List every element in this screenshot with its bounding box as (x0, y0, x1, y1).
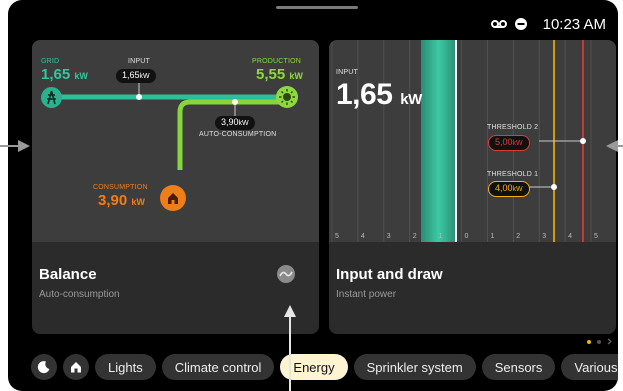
annotation-arrow-right (606, 140, 623, 152)
threshold2-label: THRESHOLD 2 (487, 124, 539, 131)
tab-climate-control[interactable]: Climate control (161, 354, 275, 380)
input-draw-card[interactable]: 5 4 3 2 1 0 1 2 3 4 5 INPUT 1,65 kW THRESHOLD 2 5,… (329, 40, 616, 334)
chart-toggle-icon[interactable] (277, 265, 295, 283)
grid-icon (41, 87, 62, 108)
gauge-scale-label: 5 (594, 233, 598, 240)
gauge-scale-label: 1 (439, 233, 443, 240)
threshold2-marker (580, 138, 586, 144)
night-mode-tab[interactable] (31, 354, 57, 380)
gauge-graphic: 5 4 3 2 1 0 1 2 3 4 5 (331, 40, 598, 242)
auto-consumption-pill: 3,90kW (215, 116, 255, 130)
consumption-label: CONSUMPTION (93, 184, 148, 191)
gauge-scale-label: 0 (465, 233, 469, 240)
home-tab[interactable] (63, 354, 89, 380)
annotation-arrow-up (284, 305, 296, 391)
input-node (136, 94, 142, 100)
gauge-scale-label: 3 (542, 233, 546, 240)
balance-card[interactable]: GRID 1,65 kW INPUT 1,65kW PRODUCTION 5,5… (32, 40, 319, 334)
moon-icon (37, 361, 50, 374)
gauge-scale-label: 1 (490, 233, 494, 240)
home-icon (71, 362, 81, 373)
grid-label: GRID (41, 58, 60, 65)
production-label: PRODUCTION (252, 58, 302, 65)
gauge-scale-label: 2 (516, 233, 520, 240)
annotation-arrow-left (0, 140, 30, 152)
gauge-scale-label: 3 (387, 233, 391, 240)
threshold1-label: THRESHOLD 1 (487, 171, 539, 178)
do-not-disturb-icon (514, 18, 527, 30)
input-label: INPUT (128, 58, 150, 65)
gauge-scale-label: 4 (361, 233, 365, 240)
gauge-scale-label: 2 (413, 233, 417, 240)
gauge-scale-label: 4 (568, 233, 572, 240)
next-page-chevron-icon[interactable] (607, 338, 612, 345)
threshold2-pill[interactable]: 5,00kW (488, 135, 530, 151)
card-title: Balance (39, 266, 97, 283)
house-icon (160, 185, 186, 211)
category-tab-bar: Lights Climate control Energy Sprinkler … (31, 354, 618, 382)
auto-consumption-node (232, 99, 238, 105)
page-indicator (587, 338, 612, 345)
notification-pull-handle[interactable] (276, 6, 358, 9)
card-subtitle: Instant power (336, 289, 397, 300)
energy-flow-diagram: GRID 1,65 kW INPUT 1,65kW PRODUCTION 5,5… (32, 40, 319, 242)
threshold1-marker (551, 184, 557, 190)
tab-sprinkler-system[interactable]: Sprinkler system (353, 354, 476, 380)
tab-lights[interactable]: Lights (95, 354, 156, 380)
page-dot[interactable] (597, 339, 601, 344)
auto-consumption-label: AUTO-CONSUMPTION (199, 131, 277, 138)
consumption-value: 3,90 kW (98, 192, 145, 209)
device-screen: 10:23 AM GRID 1,65 kW INPUT 1,65kW PRODU… (8, 0, 618, 391)
instant-power-gauge: 5 4 3 2 1 0 1 2 3 4 5 INPUT 1,65 kW THRESHOLD 2 5,… (329, 40, 616, 242)
grid-value: 1,65 kW (41, 66, 88, 83)
status-bar: 10:23 AM (490, 14, 606, 34)
threshold1-pill[interactable]: 4,00kW (488, 181, 530, 197)
clock: 10:23 AM (542, 15, 606, 33)
page-dot-active[interactable] (587, 339, 591, 344)
input-value-pill: 1,65kW (116, 69, 156, 83)
input-big-value: 1,65 kW (336, 78, 422, 111)
input-level-bar (421, 40, 456, 242)
gauge-scale-label: 5 (335, 233, 339, 240)
sun-icon (276, 86, 298, 108)
card-subtitle: Auto-consumption (39, 289, 120, 300)
tab-various[interactable]: Various (561, 354, 618, 380)
input-label: INPUT (336, 69, 358, 76)
voicemail-icon (490, 20, 507, 28)
production-value: 5,55 kW (256, 66, 303, 83)
tab-sensors[interactable]: Sensors (481, 354, 556, 380)
card-title: Input and draw (336, 266, 443, 283)
